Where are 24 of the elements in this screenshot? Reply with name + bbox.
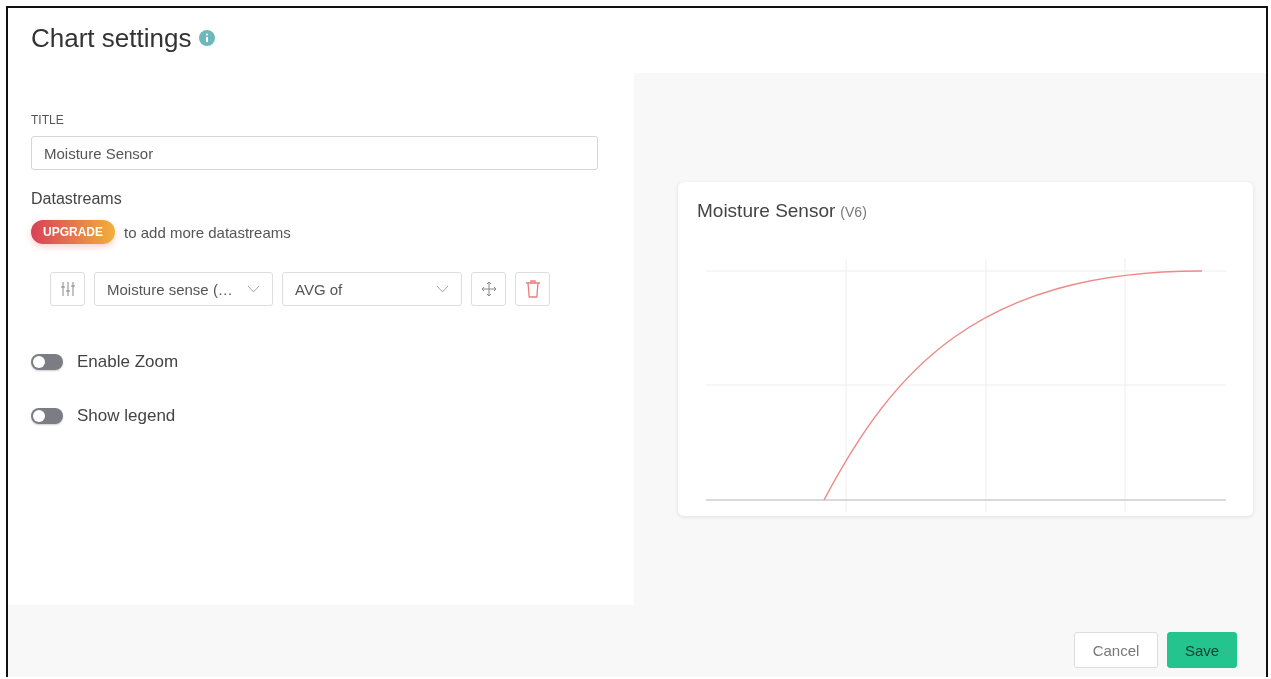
datastream-dropdown[interactable]: Moisture sense (… <box>94 272 273 306</box>
section-heading: Datastreams <box>31 190 123 208</box>
save-button[interactable]: Save <box>1167 632 1237 668</box>
settings-button[interactable] <box>50 272 85 306</box>
preview-title: Moisture Sensor <box>697 200 836 222</box>
toggle-switch[interactable] <box>31 408 63 424</box>
cancel-button[interactable]: Cancel <box>1074 632 1158 668</box>
dialog-title: Chart settings <box>31 22 192 54</box>
upgrade-note: to add more datastreams <box>124 223 291 241</box>
toggle-switch[interactable] <box>31 354 63 370</box>
pin-label: (V6) <box>840 204 867 220</box>
sliders-icon <box>59 281 76 297</box>
toggle-label: Enable Zoom <box>77 352 179 372</box>
delete-button[interactable] <box>515 272 550 306</box>
toggle-label: Show legend <box>77 406 176 426</box>
chevron-icon <box>436 285 449 293</box>
title-input[interactable]: Moisture Sensor <box>31 136 598 170</box>
field-label: TITLE <box>31 113 65 127</box>
move-button[interactable] <box>471 272 506 306</box>
move-icon <box>480 281 497 297</box>
aggregation-dropdown[interactable]: AVG of <box>282 272 462 306</box>
trash-icon <box>524 280 541 298</box>
chevron-icon <box>247 285 260 293</box>
info-icon[interactable] <box>199 30 216 46</box>
